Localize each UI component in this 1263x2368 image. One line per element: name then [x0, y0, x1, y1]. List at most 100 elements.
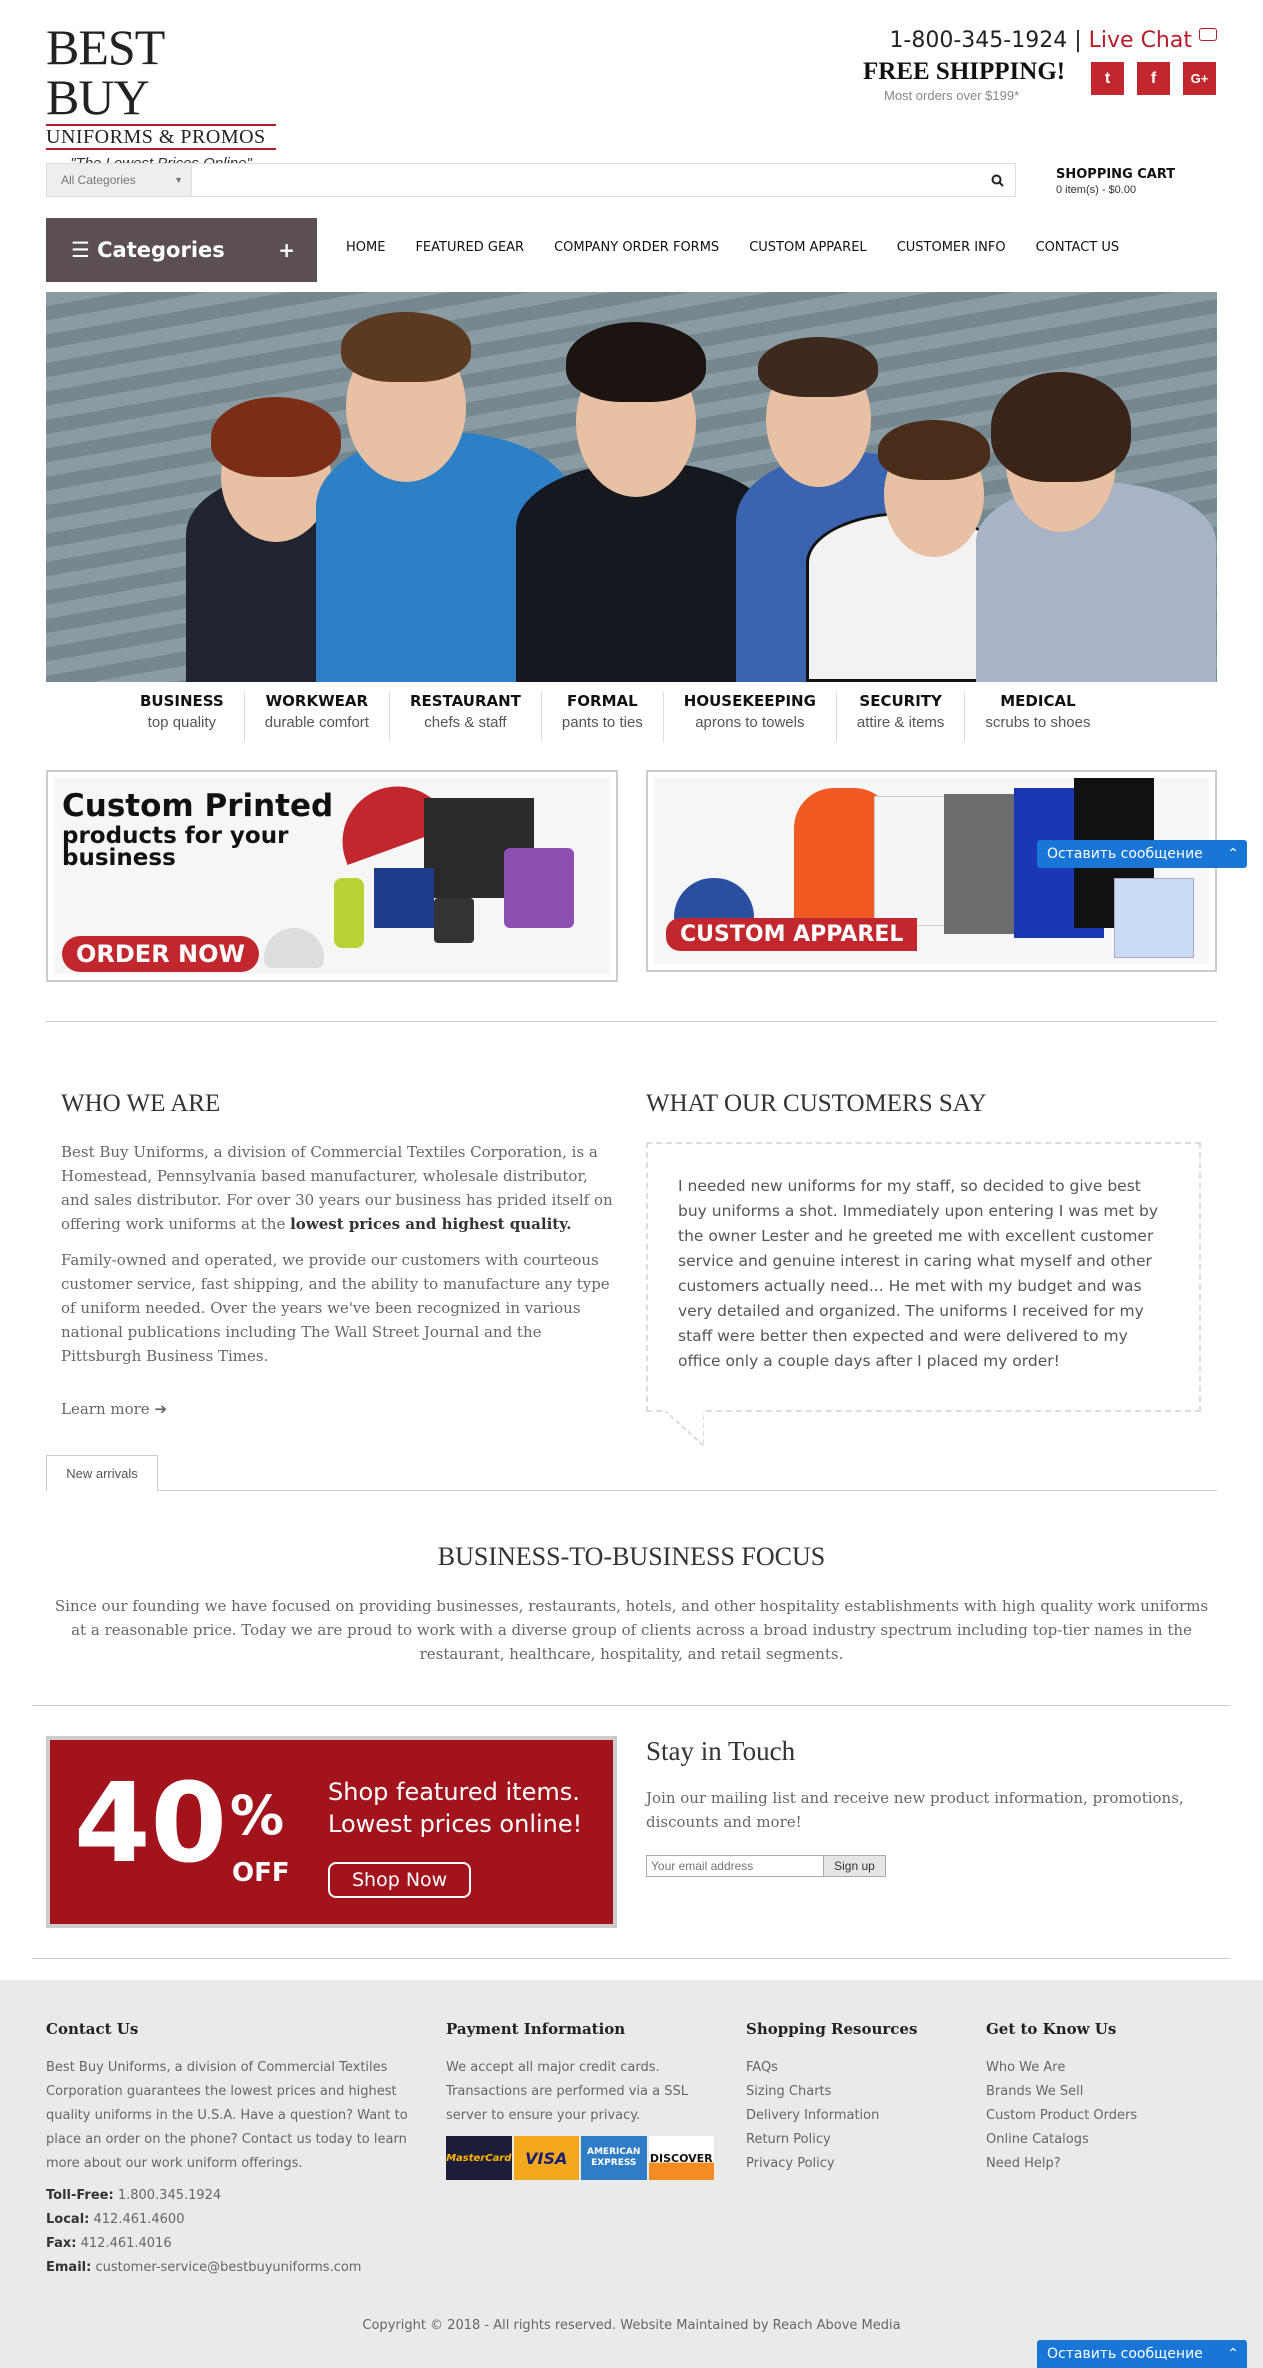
who-paragraph-1-bold: lowest prices and highest quality. — [290, 1215, 572, 1233]
categories-button[interactable]: ☰ Categories + — [46, 218, 317, 282]
towel-shape — [374, 868, 434, 928]
main-nav: HOME FEATURED GEAR COMPANY ORDER FORMS C… — [346, 240, 1149, 255]
amex-icon: AMERICAN EXPRESS — [581, 2136, 647, 2180]
footer-link-brands[interactable]: Brands We Sell — [986, 2080, 1206, 2104]
who-we-are-text: Best Buy Uniforms, a division of Commerc… — [61, 1140, 616, 1380]
footer-link-custom-orders[interactable]: Custom Product Orders — [986, 2104, 1206, 2128]
category-housekeeping[interactable]: HOUSEKEEPING aprons to towels — [664, 692, 837, 742]
category-title: SECURITY — [859, 692, 942, 710]
nav-customer-info[interactable]: CUSTOMER INFO — [897, 240, 1006, 255]
local-row: Local: 412.461.4600 — [46, 2208, 416, 2232]
live-chat-link[interactable]: Live Chat — [1089, 28, 1192, 53]
category-business[interactable]: BUSINESS top quality — [120, 692, 245, 742]
category-workwear[interactable]: WORKWEAR durable comfort — [245, 692, 390, 742]
testimonials-title: WHAT OUR CUSTOMERS SAY — [646, 1090, 987, 1117]
tab-new-arrivals[interactable]: New arrivals — [46, 1455, 158, 1491]
custom-apparel-banner[interactable]: CUSTOM APPAREL — [646, 770, 1217, 972]
sale-banner[interactable]: 40 % OFF Shop featured items. Lowest pri… — [46, 1736, 617, 1928]
person-hair — [211, 397, 341, 477]
footer-link-need-help[interactable]: Need Help? — [986, 2152, 1206, 2176]
tollfree-value[interactable]: 1.800.345.1924 — [118, 2188, 221, 2203]
sale-percent-sign: % — [230, 1784, 285, 1847]
live-chat-widget[interactable]: Оставить сообщение ⌃ — [1037, 840, 1247, 868]
shipping-note: Most orders over $199* — [884, 88, 1020, 103]
category-medical[interactable]: MEDICAL scrubs to shoes — [965, 692, 1110, 742]
chevron-up-icon: ⌃ — [1227, 2346, 1239, 2362]
banner-title-3: business — [62, 845, 176, 871]
nav-contact-us[interactable]: CONTACT US — [1036, 240, 1120, 255]
categories-label: Categories — [97, 238, 225, 262]
search-bar: All Categories ▼ — [46, 163, 1016, 197]
nav-company-order-forms[interactable]: COMPANY ORDER FORMS — [554, 240, 719, 255]
footer-link-faqs[interactable]: FAQs — [746, 2056, 966, 2080]
footer-link-return-policy[interactable]: Return Policy — [746, 2128, 966, 2152]
search-button[interactable] — [979, 164, 1015, 196]
visa-icon: VISA — [513, 2136, 579, 2180]
category-title: FORMAL — [567, 692, 638, 710]
sale-line-1: Shop featured items. — [328, 1778, 580, 1806]
person-hair — [878, 420, 990, 480]
footer-contact: Contact Us Best Buy Uniforms, a division… — [46, 2020, 416, 2280]
hero-image[interactable] — [46, 292, 1217, 682]
cart-count: 0 item(s) - $0.00 — [1056, 184, 1137, 196]
category-formal[interactable]: FORMAL pants to ties — [542, 692, 664, 742]
search-input[interactable] — [193, 164, 973, 196]
sale-off: OFF — [232, 1858, 290, 1888]
custom-printed-banner[interactable]: Custom Printed products for your busines… — [46, 770, 618, 982]
who-paragraph-1: Best Buy Uniforms, a division of Commerc… — [61, 1140, 616, 1236]
category-restaurant[interactable]: RESTAURANT chefs & staff — [390, 692, 542, 742]
logo[interactable]: BEST BUY UNIFORMS & PROMOS "The Lowest P… — [46, 22, 276, 172]
dress-shirt-shape — [1114, 878, 1194, 958]
cap-shape — [674, 878, 754, 923]
person-hair — [566, 322, 706, 402]
category-title: WORKWEAR — [265, 692, 369, 710]
category-sub: chefs & staff — [424, 714, 507, 731]
discover-icon: DISCOVER — [648, 2136, 714, 2180]
live-chat-widget-bottom[interactable]: Оставить сообщение ⌃ — [1037, 2340, 1247, 2368]
quote-tail — [663, 1410, 704, 1448]
local-value[interactable]: 412.461.4600 — [94, 2212, 185, 2227]
footer-know-us: Get to Know Us Who We Are Brands We Sell… — [986, 2020, 1206, 2176]
email-field[interactable] — [646, 1855, 824, 1877]
banner-title-1: Custom Printed — [62, 788, 334, 824]
footer-link-privacy-policy[interactable]: Privacy Policy — [746, 2152, 966, 2176]
tab-line — [46, 1490, 1217, 1491]
shop-now-button[interactable]: Shop Now — [328, 1862, 472, 1898]
phone-number[interactable]: 1-800-345-1924 — [889, 28, 1067, 53]
person-hair — [758, 337, 878, 397]
twitter-icon[interactable]: t — [1091, 62, 1124, 95]
logo-sub-text: UNIFORMS & PROMOS — [46, 124, 276, 150]
nav-custom-apparel[interactable]: CUSTOM APPAREL — [749, 240, 867, 255]
google-plus-icon[interactable]: G+ — [1183, 62, 1216, 95]
fax-row: Fax: 412.461.4016 — [46, 2232, 416, 2256]
cap-shape — [264, 928, 324, 968]
category-title: RESTAURANT — [409, 692, 521, 710]
footer-link-sizing-charts[interactable]: Sizing Charts — [746, 2080, 966, 2104]
category-sub: durable comfort — [264, 714, 369, 731]
category-sub: attire & items — [856, 714, 945, 731]
category-security[interactable]: SECURITY attire & items — [837, 692, 966, 742]
category-sub: pants to ties — [561, 714, 643, 731]
category-select[interactable]: All Categories ▼ — [47, 164, 192, 196]
cart-title: SHOPPING CART — [1056, 167, 1176, 182]
category-title: BUSINESS — [140, 692, 224, 710]
stay-in-touch-title: Stay in Touch — [646, 1736, 796, 1766]
facebook-icon[interactable]: f — [1137, 62, 1170, 95]
footer-payment-text: We accept all major credit cards. Transa… — [446, 2060, 688, 2123]
custom-apparel-button[interactable]: CUSTOM APPAREL — [666, 918, 918, 951]
testimonial-quote: I needed new uniforms for my staff, so d… — [646, 1142, 1201, 1412]
who-we-are-title: WHO WE ARE — [61, 1090, 221, 1117]
shopping-cart[interactable]: SHOPPING CART 0 item(s) - $0.00 — [1056, 167, 1175, 196]
nav-home[interactable]: HOME — [346, 240, 385, 255]
footer-link-delivery[interactable]: Delivery Information — [746, 2104, 966, 2128]
footer-link-who-we-are[interactable]: Who We Are — [986, 2056, 1206, 2080]
learn-more-link[interactable]: Learn more ➔ — [61, 1400, 167, 1418]
nav-featured-gear[interactable]: FEATURED GEAR — [415, 240, 524, 255]
order-now-button[interactable]: ORDER NOW — [62, 936, 259, 972]
tollfree-label: Toll-Free: — [46, 2188, 114, 2203]
chat-bubble-icon[interactable] — [1199, 28, 1217, 41]
email-link[interactable]: customer-service@bestbuyuniforms.com — [95, 2260, 361, 2275]
local-label: Local: — [46, 2212, 90, 2227]
footer-link-catalogs[interactable]: Online Catalogs — [986, 2128, 1206, 2152]
sign-up-button[interactable]: Sign up — [823, 1855, 886, 1877]
